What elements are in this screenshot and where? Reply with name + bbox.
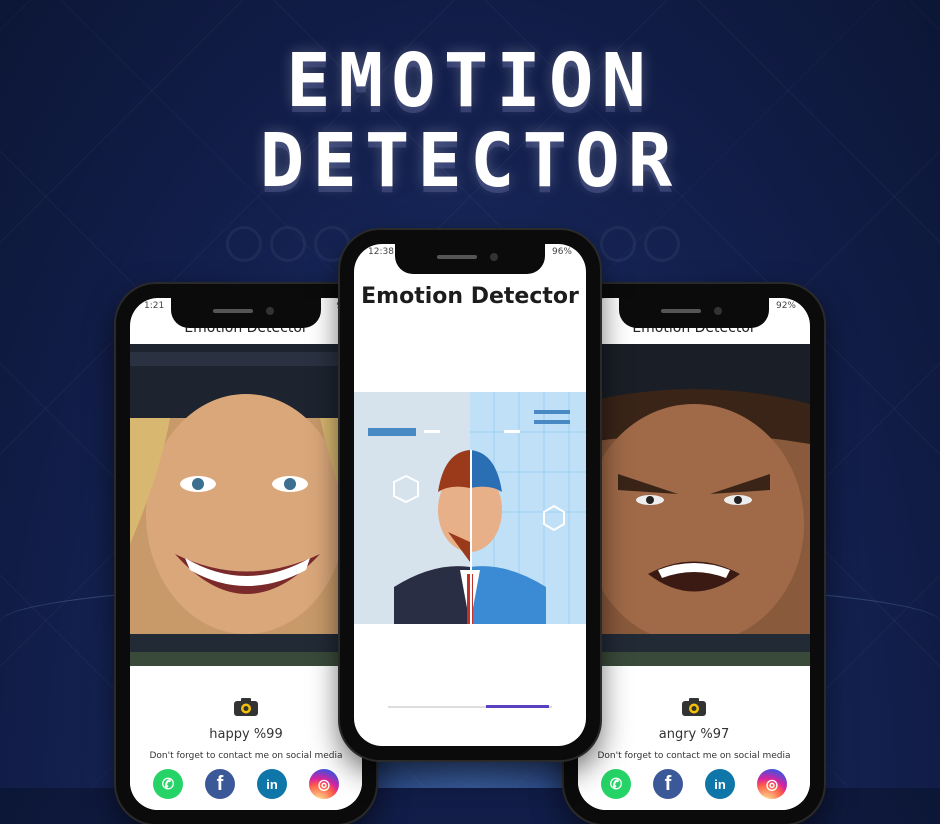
splash-illustration <box>354 392 586 624</box>
status-time: 1:21 <box>144 301 165 311</box>
banner-title-line2: DETECTOR <box>259 118 681 204</box>
background-ring <box>644 226 680 262</box>
status-battery: 96% <box>551 247 572 257</box>
result-panel: angry %97 Don't forget to contact me on … <box>578 685 810 810</box>
background-ring <box>226 226 262 262</box>
whatsapp-icon[interactable]: ✆ <box>601 769 631 799</box>
facebook-icon[interactable]: f <box>205 769 235 799</box>
background-ring <box>270 226 306 262</box>
emotion-result: happy %99 <box>209 727 283 742</box>
instagram-icon[interactable]: ◎ <box>309 769 339 799</box>
phone-notch <box>395 244 545 274</box>
result-panel: happy %99 Don't forget to contact me on … <box>130 685 362 810</box>
facebook-icon[interactable]: f <box>653 769 683 799</box>
happy-face-image <box>130 344 362 666</box>
status-battery: 92% <box>775 301 796 311</box>
captured-photo <box>130 344 362 666</box>
whatsapp-icon[interactable]: ✆ <box>153 769 183 799</box>
contact-text: Don't forget to contact me on social med… <box>597 751 791 761</box>
phone-notch <box>171 298 321 328</box>
loading-progress-fill <box>486 705 549 708</box>
banner-title-line1: EMOTION <box>286 38 654 124</box>
captured-photo <box>578 344 810 666</box>
social-links: ✆ f in ◎ <box>578 769 810 799</box>
status-time: 12:38 <box>368 247 394 257</box>
angry-face-image <box>578 344 810 666</box>
instagram-icon[interactable]: ◎ <box>757 769 787 799</box>
right-phone-screen: 3 92% Emotion Detector <box>578 298 810 810</box>
right-phone: 3 92% Emotion Detector <box>564 284 824 824</box>
contact-text: Don't forget to contact me on social med… <box>149 751 343 761</box>
linkedin-icon[interactable]: in <box>705 769 735 799</box>
left-phone-screen: 1:21 93 Emotion Detector <box>130 298 362 810</box>
face-scan-illustration <box>354 392 586 624</box>
center-phone: 12:38 96% Emotion Detector <box>340 230 600 760</box>
emotion-result: angry %97 <box>658 727 730 742</box>
background-ring <box>600 226 636 262</box>
linkedin-icon[interactable]: in <box>257 769 287 799</box>
left-phone: 1:21 93 Emotion Detector <box>116 284 376 824</box>
loading-progress-bar <box>388 705 552 708</box>
splash-title: Emotion Detector <box>361 284 579 309</box>
center-phone-screen: 12:38 96% Emotion Detector <box>354 244 586 746</box>
social-links: ✆ f in ◎ <box>130 769 362 799</box>
camera-icon[interactable] <box>233 697 259 717</box>
camera-icon[interactable] <box>681 697 707 717</box>
phone-notch <box>619 298 769 328</box>
